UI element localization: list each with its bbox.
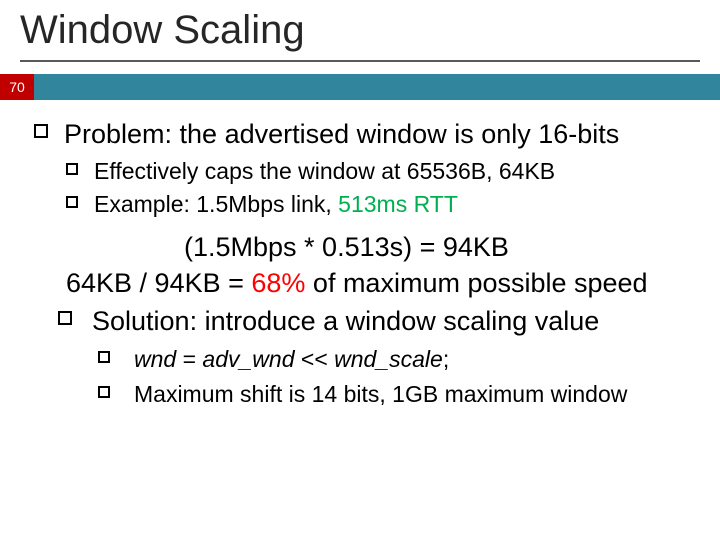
square-bullet-icon: [66, 163, 78, 175]
code-wnd: wnd: [134, 346, 176, 372]
calc-suffix: of maximum possible speed: [305, 268, 647, 298]
bullet-sub-example: Example: 1.5Mbps link, 513ms RTT: [34, 189, 694, 220]
bullet-text: Effectively caps the window at 65536B, 6…: [94, 158, 555, 184]
code-semi: ;: [443, 346, 449, 372]
calc-percent: 68%: [251, 268, 305, 298]
code-eq: =: [176, 346, 202, 372]
bullet-text: Maximum shift is 14 bits, 1GB maximum wi…: [134, 381, 627, 407]
page-bar: [0, 74, 720, 100]
calc-line-2: 64KB / 94KB = 68% of maximum possible sp…: [34, 265, 694, 301]
bullet-text-part1: Example: 1.5Mbps link,: [94, 191, 338, 217]
bullet-solution: Solution: introduce a window scaling val…: [34, 303, 694, 339]
slide-title: Window Scaling: [20, 8, 305, 53]
square-bullet-icon: [34, 124, 48, 138]
code-shift: <<: [295, 346, 335, 372]
square-bullet-icon: [66, 196, 78, 208]
bullet-text-rtt: 513ms RTT: [338, 191, 458, 217]
title-underline: [20, 60, 700, 62]
bullet-text: Problem: the advertised window is only 1…: [64, 119, 619, 149]
bullet-problem: Problem: the advertised window is only 1…: [34, 116, 694, 152]
bullet-code: wnd = adv_wnd << wnd_scale;: [34, 344, 694, 375]
square-bullet-icon: [98, 351, 110, 363]
code-adv-wnd: adv_wnd: [202, 346, 294, 372]
calc-line-1: (1.5Mbps * 0.513s) = 94KB: [34, 229, 694, 265]
bullet-sub-caps: Effectively caps the window at 65536B, 6…: [34, 156, 694, 187]
page-number-badge: 70: [0, 74, 34, 100]
bullet-text: Solution: introduce a window scaling val…: [92, 306, 599, 336]
slide-body: Problem: the advertised window is only 1…: [34, 116, 694, 412]
slide: Window Scaling 70 Problem: the advertise…: [0, 0, 720, 540]
square-bullet-icon: [58, 311, 72, 325]
code-wnd-scale: wnd_scale: [334, 346, 443, 372]
bullet-max-shift: Maximum shift is 14 bits, 1GB maximum wi…: [34, 379, 694, 410]
calc-prefix: 64KB / 94KB =: [66, 268, 251, 298]
square-bullet-icon: [98, 386, 110, 398]
